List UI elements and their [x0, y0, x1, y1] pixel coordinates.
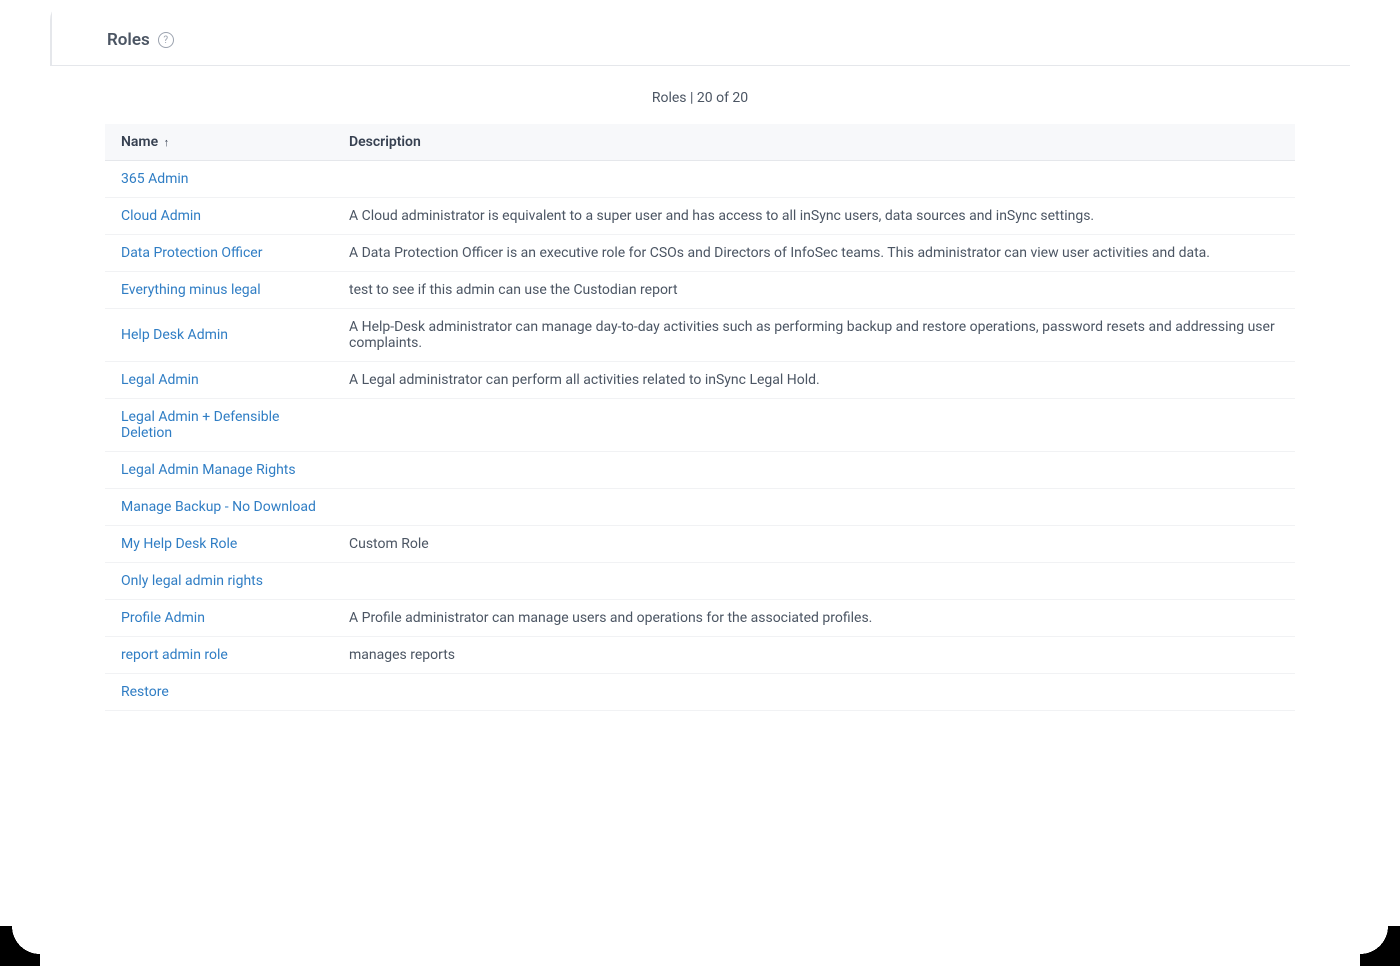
roles-table: Name ↑ Description 365 Admin Cloud Admin A…: [105, 124, 1295, 711]
column-header-name-label: Name: [121, 134, 158, 150]
cell-description: A Profile administrator can manage users…: [333, 600, 1295, 637]
role-link[interactable]: report admin role: [121, 647, 228, 663]
page-title: Roles: [107, 30, 150, 50]
role-link[interactable]: Everything minus legal: [121, 282, 261, 298]
table-row: Everything minus legal test to see if thi…: [105, 272, 1295, 309]
cell-name: Legal Admin: [105, 362, 333, 399]
cell-description: [333, 161, 1295, 198]
cell-name: Everything minus legal: [105, 272, 333, 309]
sort-ascending-icon: ↑: [164, 136, 170, 149]
cell-name: 365 Admin: [105, 161, 333, 198]
cell-description: [333, 489, 1295, 526]
cell-description: [333, 674, 1295, 711]
table-row: Restore: [105, 674, 1295, 711]
role-link[interactable]: Legal Admin: [121, 372, 199, 388]
column-header-name[interactable]: Name ↑: [105, 124, 333, 161]
cell-name: report admin role: [105, 637, 333, 674]
page-container: Roles ? Roles | 20 of 20 Name ↑ Descript…: [50, 0, 1350, 711]
cell-name: Legal Admin Manage Rights: [105, 452, 333, 489]
column-header-description[interactable]: Description: [333, 124, 1295, 161]
cell-description: manages reports: [333, 637, 1295, 674]
table-row: Manage Backup - No Download: [105, 489, 1295, 526]
cell-name: Data Protection Officer: [105, 235, 333, 272]
role-link[interactable]: 365 Admin: [121, 171, 189, 187]
role-link[interactable]: My Help Desk Role: [121, 536, 237, 552]
role-link[interactable]: Restore: [121, 684, 169, 700]
content-area: Roles | 20 of 20 Name ↑ Description 365 …: [50, 66, 1350, 711]
cell-description: A Cloud administrator is equivalent to a…: [333, 198, 1295, 235]
role-link[interactable]: Help Desk Admin: [121, 327, 228, 343]
table-row: Cloud Admin A Cloud administrator is equi…: [105, 198, 1295, 235]
table-row: Legal Admin A Legal administrator can per…: [105, 362, 1295, 399]
cell-description: A Data Protection Officer is an executiv…: [333, 235, 1295, 272]
cell-name: Help Desk Admin: [105, 309, 333, 362]
page-header: Roles ?: [50, 0, 1350, 66]
cell-description: [333, 563, 1295, 600]
roles-table-body: 365 Admin Cloud Admin A Cloud administrato…: [105, 161, 1295, 711]
cell-name: Profile Admin: [105, 600, 333, 637]
role-link[interactable]: Legal Admin Manage Rights: [121, 462, 296, 478]
cell-description: A Legal administrator can perform all ac…: [333, 362, 1295, 399]
table-row: Legal Admin + Defensible Deletion: [105, 399, 1295, 452]
table-row: Data Protection Officer A Data Protection…: [105, 235, 1295, 272]
cell-description: Custom Role: [333, 526, 1295, 563]
table-row: Profile Admin A Profile administrator can…: [105, 600, 1295, 637]
table-count-label: Roles | 20 of 20: [105, 66, 1295, 124]
table-row: report admin role manages reports: [105, 637, 1295, 674]
role-link[interactable]: Profile Admin: [121, 610, 205, 626]
table-row: 365 Admin: [105, 161, 1295, 198]
role-link[interactable]: Manage Backup - No Download: [121, 499, 316, 515]
cell-description: test to see if this admin can use the Cu…: [333, 272, 1295, 309]
help-icon[interactable]: ?: [158, 32, 174, 48]
role-link[interactable]: Data Protection Officer: [121, 245, 262, 261]
cell-name: Legal Admin + Defensible Deletion: [105, 399, 333, 452]
cell-description: [333, 399, 1295, 452]
column-header-description-label: Description: [349, 134, 421, 150]
table-row: My Help Desk Role Custom Role: [105, 526, 1295, 563]
cell-name: My Help Desk Role: [105, 526, 333, 563]
role-link[interactable]: Cloud Admin: [121, 208, 201, 224]
cell-description: [333, 452, 1295, 489]
table-row: Legal Admin Manage Rights: [105, 452, 1295, 489]
role-link[interactable]: Legal Admin + Defensible Deletion: [121, 409, 279, 441]
role-link[interactable]: Only legal admin rights: [121, 573, 263, 589]
cell-name: Cloud Admin: [105, 198, 333, 235]
cell-name: Manage Backup - No Download: [105, 489, 333, 526]
cell-name: Only legal admin rights: [105, 563, 333, 600]
cell-description: A Help-Desk administrator can manage day…: [333, 309, 1295, 362]
table-row: Only legal admin rights: [105, 563, 1295, 600]
table-row: Help Desk Admin A Help-Desk administrator…: [105, 309, 1295, 362]
cell-name: Restore: [105, 674, 333, 711]
